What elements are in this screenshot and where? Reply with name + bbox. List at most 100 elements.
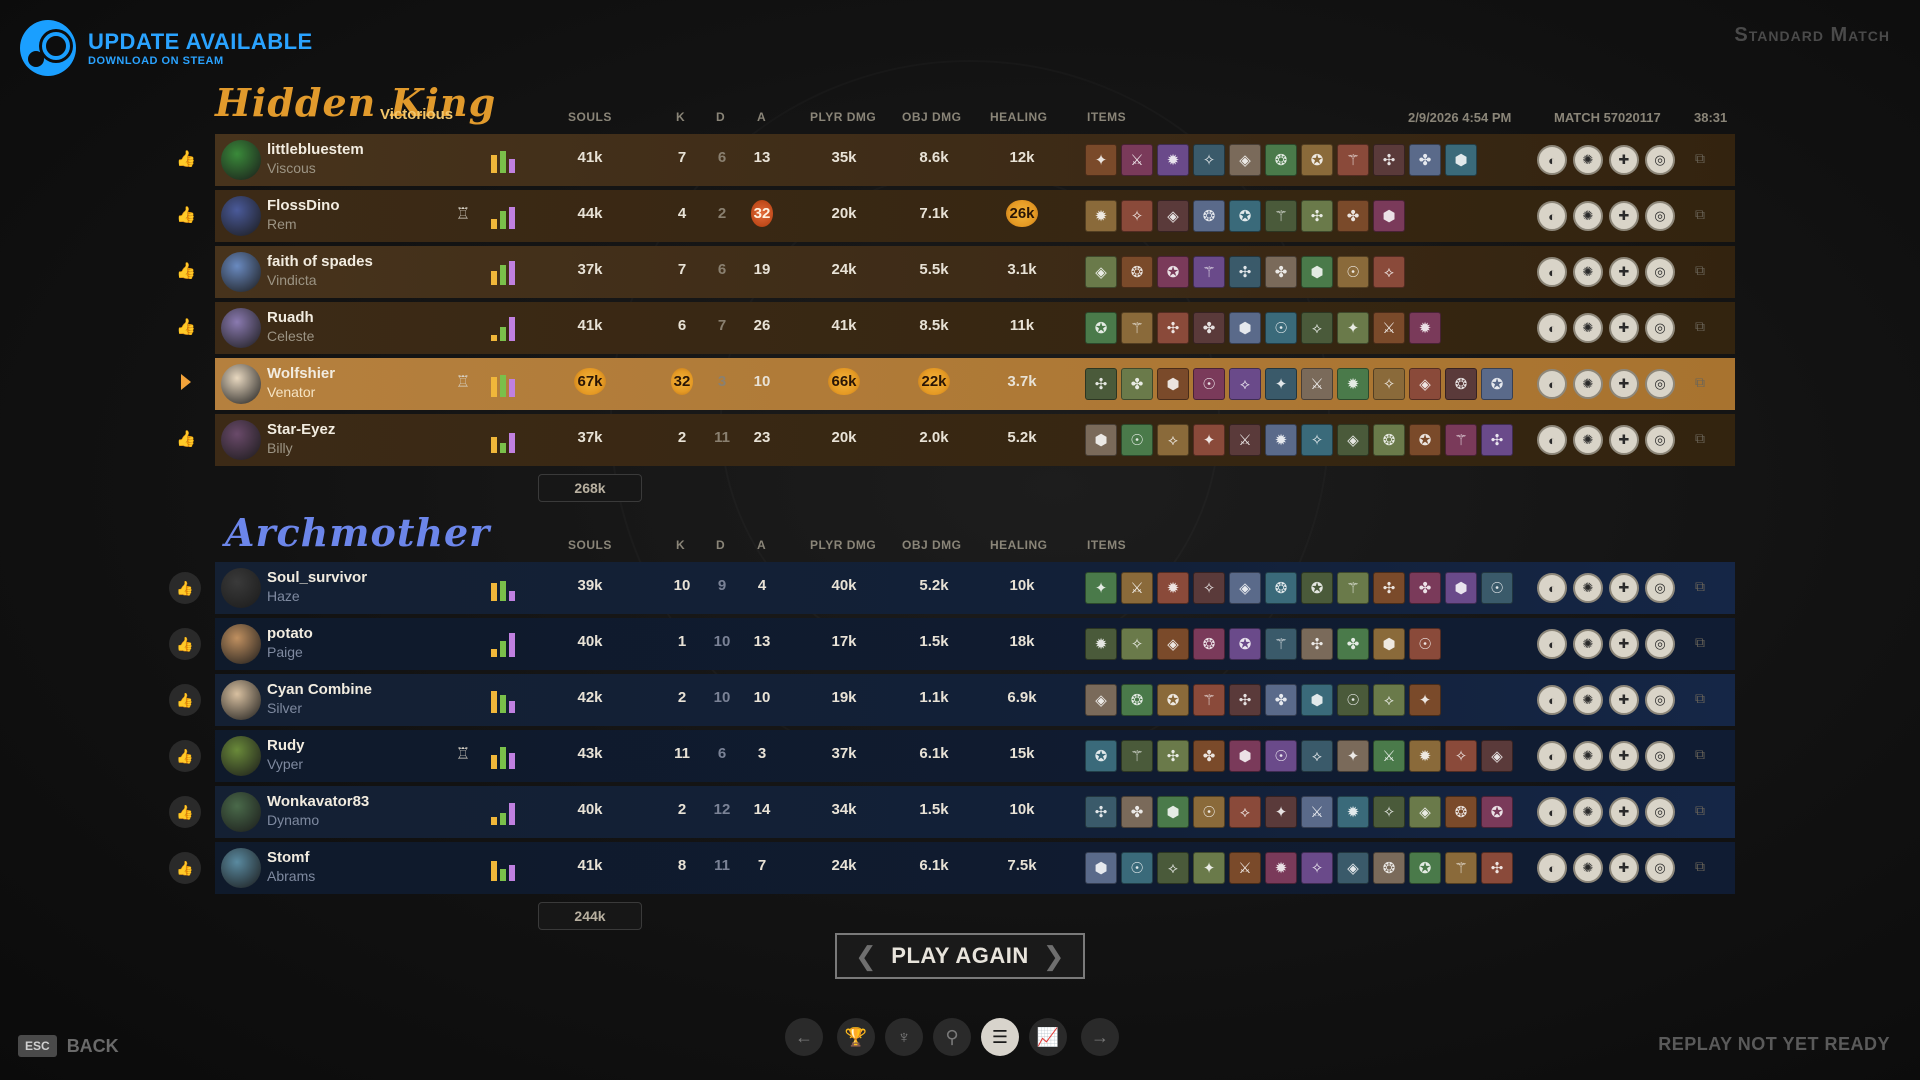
player-name[interactable]: Stomf <box>267 849 310 866</box>
thumbs-up-icon[interactable]: 👍 <box>175 148 197 170</box>
ability-icon[interactable]: ✚ <box>1609 425 1639 455</box>
item-icon[interactable]: ◈ <box>1157 628 1189 660</box>
item-icon[interactable]: ✪ <box>1301 572 1333 604</box>
item-icon[interactable]: ◈ <box>1229 144 1261 176</box>
item-icon[interactable]: ⬢ <box>1301 684 1333 716</box>
item-icon[interactable]: ✦ <box>1265 368 1297 400</box>
item-icon[interactable]: ☉ <box>1409 628 1441 660</box>
player-row[interactable]: 👍 faith of spades Vindicta 37k 7 6 19 24k 5.5k 3.… <box>176 246 1735 298</box>
item-icon[interactable]: ☉ <box>1265 740 1297 772</box>
item-icon[interactable]: ✹ <box>1409 312 1441 344</box>
hero-avatar[interactable] <box>221 736 261 776</box>
item-icon[interactable]: ✦ <box>1337 312 1369 344</box>
map-pin-icon[interactable]: ⚲ <box>933 1018 971 1056</box>
thumbs-up-icon[interactable]: 👍 <box>169 572 201 604</box>
ability-icon[interactable]: ✚ <box>1609 201 1639 231</box>
item-icon[interactable]: ⟡ <box>1301 312 1333 344</box>
item-icon[interactable]: ✣ <box>1229 256 1261 288</box>
thumbs-up-icon[interactable]: 👍 <box>169 852 201 884</box>
ability-icon[interactable]: ✺ <box>1573 313 1603 343</box>
player-row[interactable]: 👍 Ruadh Celeste 41k 6 7 26 41k 8.5k 11k ✪ ⚚ ✣ ✤ ⬢ ☉ ⟡ ✦ ⚔ ✹… <box>176 302 1735 354</box>
update-subtitle[interactable]: DOWNLOAD ON STEAM <box>88 55 313 67</box>
prev-arrow-icon[interactable]: ← <box>785 1018 823 1056</box>
player-name[interactable]: faith of spades <box>267 253 373 270</box>
hero-avatar[interactable] <box>221 624 261 664</box>
thumbs-up-icon[interactable]: 👍 <box>169 684 201 716</box>
thumbs-up-icon[interactable]: 👍 <box>175 204 197 226</box>
ability-icon[interactable]: ◎ <box>1645 797 1675 827</box>
item-icon[interactable]: ◈ <box>1337 424 1369 456</box>
item-icon[interactable]: ⬢ <box>1157 368 1189 400</box>
item-icon[interactable]: ✹ <box>1157 572 1189 604</box>
item-icon[interactable]: ❂ <box>1373 424 1405 456</box>
item-icon[interactable]: ✪ <box>1481 796 1513 828</box>
ability-icon[interactable]: ◐ <box>1537 201 1567 231</box>
hero-avatar[interactable] <box>221 568 261 608</box>
item-icon[interactable]: ✧ <box>1193 144 1225 176</box>
item-icon[interactable]: ◈ <box>1337 852 1369 884</box>
item-icon[interactable]: ☉ <box>1265 312 1297 344</box>
item-icon[interactable]: ❂ <box>1265 572 1297 604</box>
item-icon[interactable]: ⟡ <box>1229 796 1261 828</box>
player-row[interactable]: 👍 Rudy Vyper ♖ 43k 11 6 3 37k 6.1k 15k ✪ ⚚ ✣ ✤ ⬢ ☉ ⟡ ✦ ⚔ ✹ ✧ ◈… <box>169 730 1735 782</box>
item-icon[interactable]: ✪ <box>1481 368 1513 400</box>
copy-icon[interactable]: ⧉ <box>1695 150 1713 170</box>
hero-avatar[interactable] <box>221 680 261 720</box>
ability-icon[interactable]: ◎ <box>1645 313 1675 343</box>
player-name[interactable]: Wolfshier <box>267 365 335 382</box>
item-icon[interactable]: ❂ <box>1265 144 1297 176</box>
item-icon[interactable]: ◈ <box>1409 368 1441 400</box>
ability-icon[interactable]: ✺ <box>1573 797 1603 827</box>
item-icon[interactable]: ✦ <box>1409 684 1441 716</box>
item-icon[interactable]: ❂ <box>1445 796 1477 828</box>
copy-icon[interactable]: ⧉ <box>1695 634 1713 654</box>
ability-icon[interactable]: ◎ <box>1645 629 1675 659</box>
hero-avatar[interactable] <box>221 308 261 348</box>
item-icon[interactable]: ☉ <box>1193 796 1225 828</box>
item-icon[interactable]: ⟡ <box>1301 740 1333 772</box>
ability-icon[interactable]: ◐ <box>1537 853 1567 883</box>
item-icon[interactable]: ✦ <box>1193 852 1225 884</box>
player-name[interactable]: Soul_survivor <box>267 569 367 586</box>
ability-icon[interactable]: ◐ <box>1537 685 1567 715</box>
item-icon[interactable]: ✹ <box>1337 796 1369 828</box>
hero-avatar[interactable] <box>221 364 261 404</box>
item-icon[interactable]: ✣ <box>1373 144 1405 176</box>
item-icon[interactable]: ✪ <box>1085 740 1117 772</box>
copy-icon[interactable]: ⧉ <box>1695 690 1713 710</box>
item-icon[interactable]: ✪ <box>1157 684 1189 716</box>
item-icon[interactable]: ✹ <box>1409 740 1441 772</box>
item-icon[interactable]: ✹ <box>1085 628 1117 660</box>
item-icon[interactable]: ✦ <box>1085 572 1117 604</box>
player-row[interactable]: 👍 littlebluestem Viscous 41k 7 6 13 35k 8.6k 12k ✦… <box>176 134 1735 186</box>
item-icon[interactable]: ❂ <box>1373 852 1405 884</box>
item-icon[interactable]: ✧ <box>1373 368 1405 400</box>
item-icon[interactable]: ⟡ <box>1373 684 1405 716</box>
item-icon[interactable]: ◈ <box>1157 200 1189 232</box>
item-icon[interactable]: ⚚ <box>1445 852 1477 884</box>
item-icon[interactable]: ✤ <box>1409 144 1441 176</box>
ability-icon[interactable]: ✚ <box>1609 853 1639 883</box>
player-row[interactable]: 👍 Stomf Abrams 41k 8 11 7 24k 6.1k 7.5k ⬢ ☉ ⟡ ✦ ⚔ ✹ ✧ ◈ ❂ ✪… <box>169 842 1735 894</box>
item-icon[interactable]: ☉ <box>1121 852 1153 884</box>
item-icon[interactable]: ⬢ <box>1157 796 1189 828</box>
ability-icon[interactable]: ◎ <box>1645 369 1675 399</box>
copy-icon[interactable]: ⧉ <box>1695 318 1713 338</box>
thumbs-up-icon[interactable]: 👍 <box>169 740 201 772</box>
item-icon[interactable]: ⟡ <box>1157 424 1189 456</box>
item-icon[interactable]: ✣ <box>1085 368 1117 400</box>
item-icon[interactable]: ⟡ <box>1373 256 1405 288</box>
item-icon[interactable]: ⚔ <box>1373 740 1405 772</box>
item-icon[interactable]: ✣ <box>1157 312 1189 344</box>
back-button[interactable]: ESC BACK <box>18 1035 119 1057</box>
thumbs-up-icon[interactable]: 👍 <box>175 260 197 282</box>
item-icon[interactable]: ✤ <box>1121 796 1153 828</box>
item-icon[interactable]: ✪ <box>1301 144 1333 176</box>
ability-icon[interactable]: ✺ <box>1573 369 1603 399</box>
item-icon[interactable]: ◈ <box>1481 740 1513 772</box>
play-again-button[interactable]: PLAY AGAIN <box>835 933 1085 979</box>
player-name[interactable]: potato <box>267 625 313 642</box>
item-icon[interactable]: ✹ <box>1157 144 1189 176</box>
graph-icon[interactable]: 📈 <box>1029 1018 1067 1056</box>
item-icon[interactable]: ✤ <box>1193 740 1225 772</box>
